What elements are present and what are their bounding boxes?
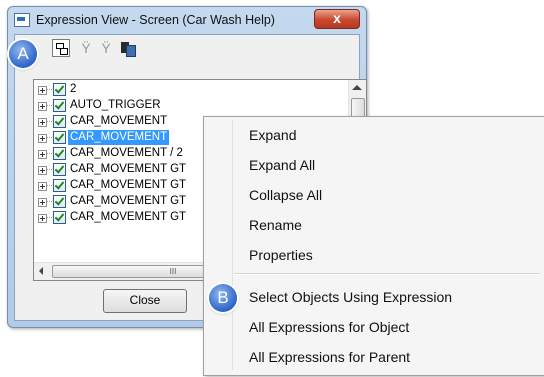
tree-item-label: CAR_MOVEMENT GT: [70, 179, 187, 191]
item-checkbox[interactable]: [53, 163, 66, 176]
scroll-up-arrow-icon[interactable]: [352, 85, 362, 90]
expression-view-icon[interactable]: [52, 39, 70, 57]
item-checkbox[interactable]: [53, 131, 66, 144]
menu-item-label: Expand: [249, 127, 297, 143]
tree-item-label: CAR_MOVEMENT / 2: [70, 147, 183, 159]
menu-item-select-objects-using-expression[interactable]: Select Objects Using Expression: [204, 283, 544, 313]
callout-badge-a: A: [9, 40, 37, 68]
filter-alt-icon[interactable]: Ÿ: [97, 39, 115, 57]
window-close-button[interactable]: x: [314, 9, 360, 29]
menu-item-expand[interactable]: Expand: [204, 121, 544, 151]
tree-item-label: CAR_MOVEMENT GT: [70, 211, 187, 223]
menu-item-label: All Expressions for Object: [249, 319, 410, 335]
filter-icon[interactable]: Ÿ: [77, 39, 95, 57]
menu-item-all-expressions-for-parent[interactable]: All Expressions for Parent: [204, 343, 544, 373]
item-checkbox[interactable]: [53, 83, 66, 96]
menu-item-label: Rename: [249, 217, 302, 233]
expand-toggle-icon[interactable]: [38, 214, 47, 223]
menu-item-label: Expand All: [249, 157, 316, 173]
scroll-thumb[interactable]: [351, 98, 365, 118]
item-checkbox[interactable]: [53, 99, 66, 112]
tree-item-label: AUTO_TRIGGER: [70, 99, 161, 111]
menu-item-rename[interactable]: Rename: [204, 211, 544, 241]
item-checkbox[interactable]: [53, 147, 66, 160]
menu-item-label: Collapse All: [249, 187, 323, 203]
menu-item-all-expressions-for-object[interactable]: All Expressions for Object: [204, 313, 544, 343]
menu-item-expand-all[interactable]: Expand All: [204, 151, 544, 181]
tree-item-label: CAR_MOVEMENT GT: [70, 195, 187, 207]
toolbar: Ÿ Ÿ: [15, 35, 359, 61]
close-button[interactable]: Close: [103, 289, 187, 313]
tree-item-label: CAR_MOVEMENT: [70, 115, 168, 127]
expand-toggle-icon[interactable]: [38, 86, 47, 95]
item-checkbox[interactable]: [53, 211, 66, 224]
menu-item-label: Properties: [249, 247, 313, 263]
callout-badge-b: B: [209, 284, 237, 312]
expand-toggle-icon[interactable]: [38, 134, 47, 143]
expand-toggle-icon[interactable]: [38, 118, 47, 127]
tree-item-label: CAR_MOVEMENT: [68, 130, 170, 145]
app-icon: [14, 13, 30, 27]
menu-separator: [234, 273, 540, 275]
context-menu: Expand Expand All Collapse All Rename Pr…: [203, 116, 544, 376]
copy-icon[interactable]: [119, 39, 137, 57]
title-bar[interactable]: Expression View - Screen (Car Wash Help)…: [8, 7, 366, 33]
expand-toggle-icon[interactable]: [38, 150, 47, 159]
item-checkbox[interactable]: [53, 195, 66, 208]
tree-item-label: 2: [70, 83, 77, 95]
item-checkbox[interactable]: [53, 179, 66, 192]
menu-item-label: Select Objects Using Expression: [249, 289, 453, 305]
menu-item-collapse-all[interactable]: Collapse All: [204, 181, 544, 211]
expand-toggle-icon[interactable]: [38, 182, 47, 191]
expand-toggle-icon[interactable]: [38, 102, 47, 111]
tree-item-label: CAR_MOVEMENT GT: [70, 163, 187, 175]
scroll-left-arrow-icon[interactable]: [39, 267, 43, 275]
menu-item-properties[interactable]: Properties: [204, 241, 544, 271]
window-title: Expression View - Screen (Car Wash Help): [36, 13, 275, 27]
expand-toggle-icon[interactable]: [38, 198, 47, 207]
item-checkbox[interactable]: [53, 115, 66, 128]
expand-toggle-icon[interactable]: [38, 166, 47, 175]
menu-item-label: All Expressions for Parent: [249, 349, 411, 365]
